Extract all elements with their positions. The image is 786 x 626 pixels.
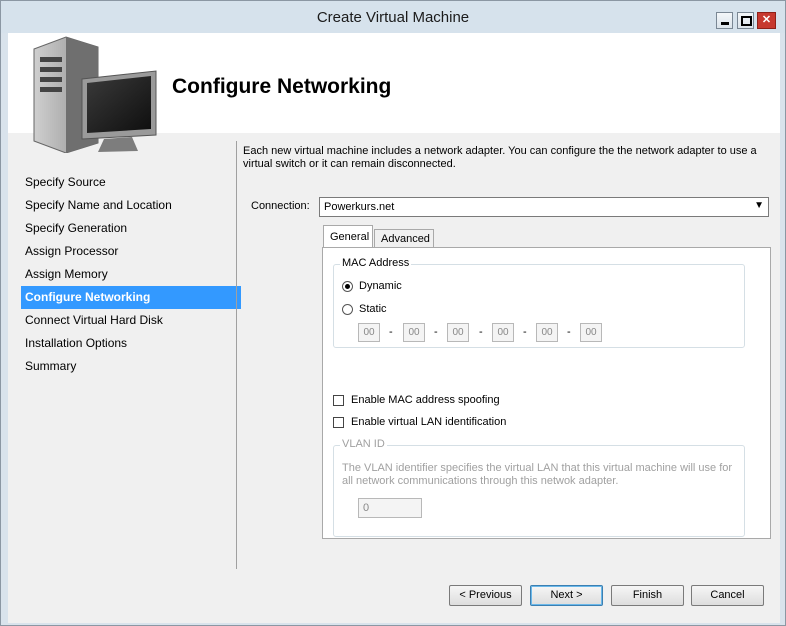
vlan-id-input[interactable]: 0 (358, 498, 422, 518)
next-button[interactable]: Next > (530, 585, 603, 606)
create-vm-window: Create Virtual Machine ✕ Configure Netwo… (0, 0, 786, 626)
maximize-icon (741, 16, 752, 26)
dynamic-radio-row[interactable]: Dynamic (342, 279, 402, 295)
wizard-client: Configure Networking Specify Source Spec… (8, 33, 780, 623)
step-summary[interactable]: Summary (21, 355, 241, 378)
window-title: Create Virtual Machine (316, 9, 470, 26)
mac-separator: - (434, 326, 438, 338)
mac-octet-1[interactable]: 00 (358, 323, 380, 342)
vlan-enable-label: Enable virtual LAN identification (351, 416, 507, 428)
connection-label: Connection: (251, 200, 310, 212)
dynamic-radio[interactable] (342, 280, 353, 292)
vlan-enable-row[interactable]: Enable virtual LAN identification (333, 415, 506, 431)
step-installation-options[interactable]: Installation Options (21, 332, 241, 355)
mac-octet-2[interactable]: 00 (403, 323, 425, 342)
close-icon: ✕ (761, 14, 772, 26)
general-tab-panel: MAC Address Dynamic Static 00 - 00 - 00 … (322, 247, 771, 539)
vlan-enable-checkbox[interactable] (333, 416, 344, 428)
mac-separator: - (479, 326, 483, 338)
divider (236, 141, 237, 569)
wizard-header: Configure Networking (8, 33, 780, 153)
close-button[interactable]: ✕ (757, 12, 776, 29)
minimize-icon (721, 22, 729, 25)
mac-address-group: MAC Address Dynamic Static 00 - 00 - 00 … (333, 257, 745, 348)
tab-general[interactable]: General (323, 225, 373, 248)
static-radio-row[interactable]: Static (342, 302, 387, 318)
step-specify-source[interactable]: Specify Source (21, 171, 241, 194)
tab-advanced[interactable]: Advanced (374, 229, 434, 248)
mac-octet-6[interactable]: 00 (580, 323, 602, 342)
vlan-description: The VLAN identifier specifies the virtua… (342, 462, 733, 487)
mac-spoofing-row[interactable]: Enable MAC address spoofing (333, 393, 500, 409)
mac-spoofing-checkbox[interactable] (333, 394, 344, 406)
step-specify-generation[interactable]: Specify Generation (21, 217, 241, 240)
connection-value: Powerkurs.net (324, 201, 395, 213)
step-configure-networking[interactable]: Configure Networking (21, 286, 241, 309)
mac-octet-4[interactable]: 00 (492, 323, 514, 342)
mac-octet-3[interactable]: 00 (447, 323, 469, 342)
mac-separator: - (523, 326, 527, 338)
previous-button[interactable]: < Previous (449, 585, 522, 606)
chevron-down-icon[interactable]: ▼ (754, 200, 764, 211)
step-assign-processor[interactable]: Assign Processor (21, 240, 241, 263)
mac-octet-5[interactable]: 00 (536, 323, 558, 342)
title-bar[interactable]: Create Virtual Machine ✕ (1, 1, 785, 33)
minimize-button[interactable] (716, 12, 733, 29)
step-assign-memory[interactable]: Assign Memory (21, 263, 241, 286)
maximize-button[interactable] (737, 12, 754, 29)
wizard-steps: Specify Source Specify Name and Location… (21, 171, 241, 378)
mac-address-group-title: MAC Address (340, 257, 412, 269)
static-label: Static (359, 303, 387, 315)
server-monitor-icon (33, 36, 157, 153)
connection-dropdown[interactable]: Powerkurs.net ▼ (319, 197, 769, 217)
static-radio[interactable] (342, 303, 353, 315)
mac-separator: - (567, 326, 571, 338)
vlan-id-group-title: VLAN ID (340, 438, 387, 450)
mac-spoofing-label: Enable MAC address spoofing (351, 394, 500, 406)
finish-button[interactable]: Finish (611, 585, 684, 606)
mac-separator: - (389, 326, 393, 338)
cancel-button[interactable]: Cancel (691, 585, 764, 606)
page-title: Configure Networking (172, 75, 392, 98)
dynamic-label: Dynamic (359, 280, 402, 292)
page-description: Each new virtual machine includes a netw… (243, 145, 757, 170)
vlan-id-group: VLAN ID The VLAN identifier specifies th… (333, 438, 745, 537)
step-connect-virtual-hard-disk[interactable]: Connect Virtual Hard Disk (21, 309, 241, 332)
step-specify-name-location[interactable]: Specify Name and Location (21, 194, 241, 217)
